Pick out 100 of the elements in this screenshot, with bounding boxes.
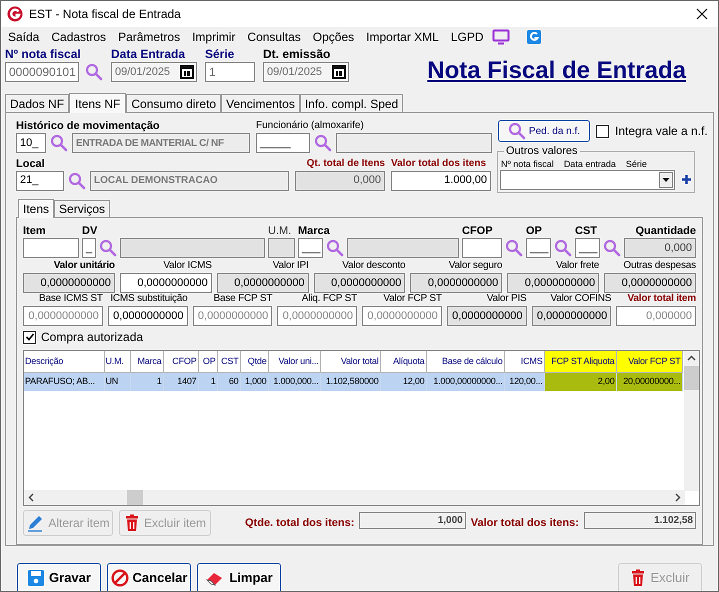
column-header: Nº nota fiscal xyxy=(501,158,554,170)
tab[interactable]: Vencimentos xyxy=(221,94,300,112)
input-field[interactable]: _ xyxy=(82,238,96,258)
input-field[interactable] xyxy=(23,238,79,258)
search-icon[interactable] xyxy=(554,239,572,258)
input-field[interactable] xyxy=(462,238,502,258)
input-field[interactable]: 1.000,00 xyxy=(391,170,491,191)
search-icon[interactable] xyxy=(99,239,117,258)
column-header[interactable]: U.M. xyxy=(104,351,130,372)
column-header[interactable]: Descrição xyxy=(24,351,104,372)
tab[interactable]: Dados NF xyxy=(5,94,70,112)
input-field[interactable]: 0,0000000000 xyxy=(314,273,406,294)
monitor-icon[interactable] xyxy=(492,29,510,45)
input-field[interactable]: 0,0000000000 xyxy=(507,273,600,294)
search-icon[interactable] xyxy=(505,239,523,258)
input-field[interactable] xyxy=(120,238,265,258)
table-cell: 20,00000000... xyxy=(616,372,682,392)
description-field[interactable]: ENTRADA DE MANTERIAL C/ NF xyxy=(72,133,250,153)
column-header[interactable]: CST xyxy=(217,351,240,372)
field-label: Base ICMS ST xyxy=(38,292,103,306)
scroll-thumb[interactable] xyxy=(127,490,143,506)
field-label: Item xyxy=(23,224,47,238)
input-field[interactable]: _____ xyxy=(256,133,310,153)
table-row[interactable]: PARAFUSO; AB... UN 1 1407 1 60 1,000 1.000,000... 1.102,580000 12,00 1.000,00000000... 120,00... 2,00 20,00000000... xyxy=(24,372,682,392)
pencil-icon xyxy=(26,514,44,532)
column-header[interactable]: Valor total xyxy=(320,351,380,372)
input-field[interactable]: ___ xyxy=(298,238,323,258)
column-header[interactable]: Marca xyxy=(130,351,163,372)
description-field[interactable]: LOCAL DEMONSTRACAO xyxy=(90,170,289,191)
input-field[interactable]: 0000090101 xyxy=(5,62,79,82)
menu-item[interactable]: Parâmetros xyxy=(112,28,186,46)
field-label: Qtde. total dos itens: xyxy=(245,516,354,532)
date-field[interactable]: 09/01/2025 xyxy=(263,62,349,82)
tab[interactable]: Info. compl. Sped xyxy=(300,94,404,112)
field-label: Histórico de movimentação xyxy=(16,119,161,133)
menu-item[interactable]: LGPD xyxy=(444,28,490,46)
scrollbar[interactable] xyxy=(24,490,685,506)
checkbox[interactable] xyxy=(23,330,36,344)
table-cell: 1 xyxy=(130,372,163,392)
column-header[interactable]: Alíquota xyxy=(380,351,426,372)
field-label: Funcionário (almoxarife) xyxy=(256,119,365,133)
input-field[interactable]: 0,000 xyxy=(295,170,385,191)
column-header[interactable]: Qtde xyxy=(240,351,268,372)
close-icon[interactable] xyxy=(696,8,708,20)
ped-button[interactable]: Ped. da n.f. xyxy=(498,120,590,142)
input-field[interactable]: 0,0000000000 xyxy=(23,273,115,294)
app-badge-icon[interactable] xyxy=(526,29,542,45)
input-field[interactable] xyxy=(268,238,295,258)
field-label: Valor IPI xyxy=(272,259,309,274)
table-cell: 1 xyxy=(198,372,217,392)
menu-item[interactable]: Saída xyxy=(2,28,46,46)
search-icon[interactable] xyxy=(326,239,344,258)
column-header[interactable]: OP xyxy=(198,351,217,372)
tab[interactable]: Itens NF xyxy=(69,93,126,113)
input-field[interactable]: 10_ xyxy=(16,133,46,153)
checkbox[interactable] xyxy=(596,124,609,138)
scrollbar[interactable] xyxy=(684,351,699,492)
description-field[interactable] xyxy=(336,133,492,153)
search-icon[interactable] xyxy=(68,172,86,190)
input-field[interactable]: 0,0000000000 xyxy=(108,306,188,326)
table-cell: 1.000,000... xyxy=(268,372,320,392)
input-field[interactable]: ___ xyxy=(575,238,600,258)
column-header[interactable]: Valor FCP ST xyxy=(616,351,682,372)
calendar-icon[interactable] xyxy=(331,64,347,80)
tab[interactable]: Itens xyxy=(18,199,54,218)
column-header[interactable]: CFOP xyxy=(163,351,198,372)
date-field[interactable]: 09/01/2025 xyxy=(111,62,197,82)
column-header[interactable]: Valor uni... xyxy=(268,351,320,372)
search-icon[interactable] xyxy=(314,134,332,152)
menu-item[interactable]: Opções xyxy=(306,28,360,46)
field-label: Data Entrada xyxy=(111,47,186,62)
search-icon[interactable] xyxy=(603,239,621,258)
add-icon[interactable] xyxy=(681,174,692,186)
column-header[interactable]: ICMS xyxy=(504,351,544,372)
input-field[interactable]: 0,000 xyxy=(624,238,696,258)
input-field[interactable]: 0,0000000000 xyxy=(410,273,502,294)
search-icon[interactable] xyxy=(85,63,103,81)
menu-item[interactable]: Consultas xyxy=(241,28,307,46)
input-field[interactable]: 21_ xyxy=(16,170,64,191)
menu-item[interactable]: Imprimir xyxy=(186,28,242,46)
dropdown-icon[interactable] xyxy=(659,172,673,188)
input-field[interactable]: 0,0000000000 xyxy=(604,273,696,294)
search-icon[interactable] xyxy=(50,134,68,152)
input-field[interactable]: 0,0000000000 xyxy=(446,306,526,326)
input-field[interactable]: 0,0000000000 xyxy=(532,306,612,326)
column-header[interactable]: FCP ST Aliquota xyxy=(544,351,616,372)
column-header[interactable]: Base de cálculo xyxy=(426,351,504,372)
input-field[interactable] xyxy=(347,238,459,258)
button[interactable]: Limpar xyxy=(197,563,281,591)
menu-item[interactable]: Cadastros xyxy=(45,28,112,46)
input-field[interactable]: 0,0000000000 xyxy=(120,273,212,294)
button[interactable]: Gravar xyxy=(17,563,101,591)
button[interactable]: Cancelar xyxy=(107,563,191,591)
calendar-icon[interactable] xyxy=(179,64,195,80)
input-field[interactable]: 0,0000000000 xyxy=(216,273,309,294)
input-field[interactable]: ___ xyxy=(526,238,551,258)
input-field[interactable]: 1 xyxy=(205,62,255,82)
scroll-thumb[interactable] xyxy=(684,366,699,390)
tab[interactable]: Consumo direto xyxy=(126,94,222,112)
menu-item[interactable]: Importar XML xyxy=(360,28,445,46)
